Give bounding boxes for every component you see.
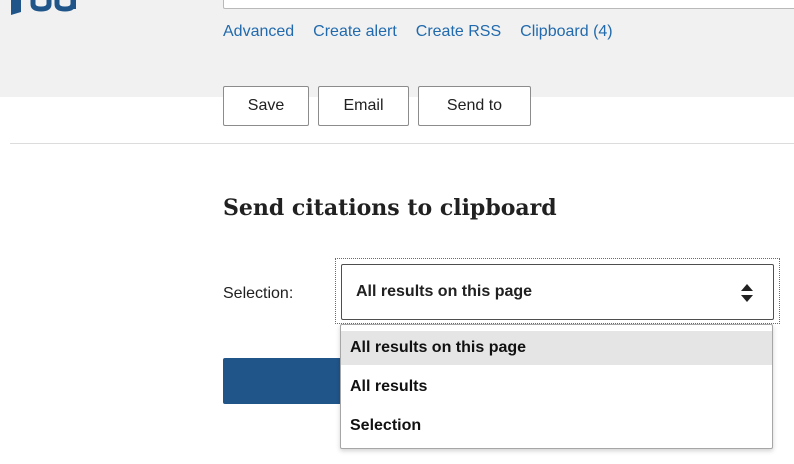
email-button[interactable]: Email (318, 86, 409, 126)
site-logo[interactable] (11, 0, 81, 16)
search-input[interactable] (223, 0, 794, 9)
save-button[interactable]: Save (223, 86, 309, 126)
option-selection[interactable]: Selection (341, 409, 772, 443)
create-alert-link[interactable]: Create alert (313, 23, 397, 41)
option-all-results-on-page[interactable]: All results on this page (341, 331, 772, 365)
logo-graphic (11, 0, 76, 15)
search-links: Advanced Create alert Create RSS Clipboa… (223, 21, 613, 43)
advanced-link[interactable]: Advanced (223, 23, 294, 41)
divider (10, 143, 794, 144)
selection-value: All results on this page (356, 283, 533, 300)
selection-label: Selection: (223, 285, 294, 302)
results-actions: Save Email Send to (223, 86, 531, 126)
selection-select[interactable]: All results on this page (341, 264, 774, 320)
send-to-button[interactable]: Send to (418, 86, 531, 126)
panel-title: Send citations to clipboard (223, 195, 557, 221)
create-rss-link[interactable]: Create RSS (416, 23, 501, 41)
search-header: Advanced Create alert Create RSS Clipboa… (0, 0, 794, 97)
clipboard-link[interactable]: Clipboard (4) (520, 23, 612, 41)
selection-dropdown-list: All results on this page All results Sel… (340, 324, 773, 449)
sort-updown-icon (741, 284, 753, 302)
option-all-results[interactable]: All results (341, 370, 772, 404)
